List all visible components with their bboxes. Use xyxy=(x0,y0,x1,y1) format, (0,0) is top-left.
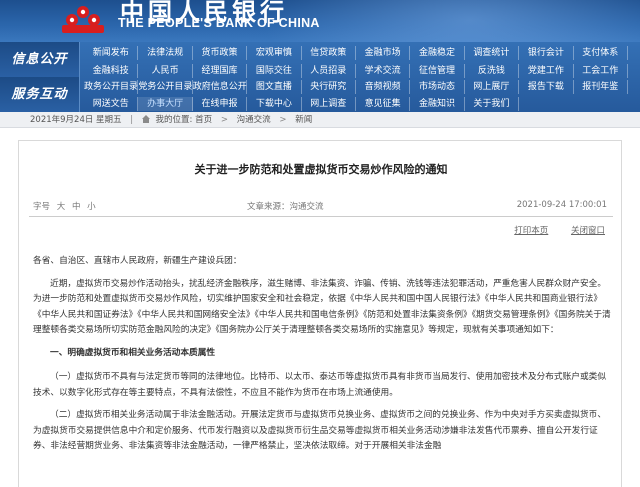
nav-item[interactable]: 新闻发布 xyxy=(84,46,139,60)
header-banner: 中国人民银行 THE PEOPLE'S BANK OF CHINA xyxy=(0,0,640,42)
breadcrumb-link-communication[interactable]: 沟通交流 xyxy=(237,115,271,125)
nav-item[interactable]: 金融市场 xyxy=(356,46,411,60)
bank-logo-icon xyxy=(62,6,104,33)
font-size-large-button[interactable]: 大 xyxy=(57,202,66,212)
nav-item[interactable]: 征信管理 xyxy=(410,64,465,78)
breadcrumb-link-home[interactable]: 首页 xyxy=(195,115,212,125)
print-page-link[interactable]: 打印本页 xyxy=(514,226,548,236)
nav-item[interactable]: 金融科技 xyxy=(84,64,139,78)
bank-name-en: THE PEOPLE'S BANK OF CHINA xyxy=(118,16,320,30)
font-size-label: 字号 xyxy=(33,202,51,212)
nav-item[interactable]: 学术交流 xyxy=(356,64,411,78)
nav-item[interactable]: 政府信息公开 xyxy=(193,80,248,94)
article-panel: 关于进一步防范和处置虚拟货币交易炒作风险的通知 字号 大 中 小 文章来源：沟通… xyxy=(18,140,622,487)
nav-item[interactable]: 在线申报 xyxy=(193,97,248,111)
section-label-info-disclosure: 信息公开 xyxy=(0,42,80,77)
nav-item[interactable]: 金融稳定 xyxy=(410,46,465,60)
current-date: 2021年9月24日 星期五 xyxy=(30,115,122,125)
article-datetime: 2021-09-24 17:00:01 xyxy=(516,200,607,210)
breadcrumb-prefix: 我的位置: xyxy=(155,115,193,125)
nav-item[interactable]: 反洗钱 xyxy=(465,64,520,78)
nav-row-3: 政务公开目录 党务公开目录 政府信息公开 图文直播 央行研究 音频视频 市场动态… xyxy=(84,80,628,94)
nav-item[interactable]: 市场动态 xyxy=(410,80,465,94)
nav-row-1: 新闻发布 法律法规 货币政策 宏观审慎 信贷政策 金融市场 金融稳定 调查统计 … xyxy=(84,46,628,60)
salutation: 各省、自治区、直辖市人民政府，新疆生产建设兵团： xyxy=(33,256,242,266)
nav-item[interactable]: 意见征集 xyxy=(356,97,411,111)
nav-item[interactable]: 工会工作 xyxy=(574,64,628,78)
nav-row-2: 金融科技 人民币 经理国库 国际交往 人员招录 学术交流 征信管理 反洗钱 党建… xyxy=(84,64,628,78)
article-title: 关于进一步防范和处置虚拟货币交易炒作风险的通知 xyxy=(194,163,448,176)
font-size-medium-button[interactable]: 中 xyxy=(72,202,81,212)
nav-item[interactable]: 信贷政策 xyxy=(302,46,356,60)
nav-item[interactable]: 网上展厅 xyxy=(465,80,520,94)
article-source: 文章来源：沟通交流 xyxy=(247,202,324,212)
article-tools: 打印本页 关闭窗口 xyxy=(494,224,605,236)
nav-item[interactable]: 宏观审慎 xyxy=(247,46,302,60)
close-window-link[interactable]: 关闭窗口 xyxy=(571,226,605,236)
nav-item[interactable]: 人民币 xyxy=(138,64,193,78)
nav-item-office-hall[interactable]: 办事大厅 xyxy=(138,97,193,111)
font-size-switcher: 字号 大 中 小 xyxy=(33,200,100,212)
nav-item[interactable]: 政务公开目录 xyxy=(84,80,139,94)
nav-item[interactable]: 网上调查 xyxy=(302,97,356,111)
nav-item[interactable]: 货币政策 xyxy=(193,46,248,60)
nav-item[interactable]: 经理国库 xyxy=(193,64,248,78)
breadcrumb-link-news[interactable]: 新闻 xyxy=(295,115,312,125)
nav-item[interactable]: 党务公开目录 xyxy=(138,80,193,94)
article-paragraph: （一）虚拟货币不具有与法定货币等同的法律地位。比特币、以太币、泰达币等虚拟货币具… xyxy=(33,372,606,398)
nav-item[interactable]: 央行研究 xyxy=(302,80,356,94)
nav-item[interactable]: 党建工作 xyxy=(519,64,574,78)
font-size-small-button[interactable]: 小 xyxy=(87,202,96,212)
nav-item[interactable]: 人员招录 xyxy=(302,64,356,78)
nav-item[interactable]: 音频视频 xyxy=(356,80,411,94)
nav-item[interactable]: 银行会计 xyxy=(519,46,574,60)
article-paragraph: 近期，虚拟货币交易炒作活动抬头，扰乱经济金融秩序，滋生赌博、非法集资、诈骗、传销… xyxy=(33,278,611,336)
nav-item[interactable]: 图文直播 xyxy=(247,80,302,94)
article-meta: 字号 大 中 小 文章来源：沟通交流 2021-09-24 17:00:01 xyxy=(19,200,623,214)
nav-row-4: 网送文告 办事大厅 在线申报 下载中心 网上调查 意见征集 金融知识 关于我们 xyxy=(84,97,628,111)
nav-item[interactable]: 报告下载 xyxy=(519,80,574,94)
nav-item[interactable]: 网送文告 xyxy=(84,97,139,111)
article-body: 各省、自治区、直辖市人民政府，新疆生产建设兵团： 近期，虚拟货币交易炒作活动抬头… xyxy=(33,254,613,462)
section-heading: 一、明确虚拟货币和相关业务活动本质属性 xyxy=(50,347,216,358)
home-icon xyxy=(141,115,150,123)
nav-item[interactable]: 法律法规 xyxy=(138,46,193,60)
nav-item[interactable]: 报刊年鉴 xyxy=(574,80,628,94)
nav-item[interactable]: 金融知识 xyxy=(410,97,465,111)
breadcrumb: 2021年9月24日 星期五 | 我的位置: 首页 > 沟通交流 > 新闻 xyxy=(0,112,640,128)
nav-item[interactable]: 支付体系 xyxy=(574,46,628,60)
divider xyxy=(29,216,613,217)
main-navigation: 信息公开 服务互动 新闻发布 法律法规 货币政策 宏观审慎 信贷政策 金融市场 … xyxy=(0,42,640,112)
nav-item[interactable]: 关于我们 xyxy=(465,97,520,111)
nav-item[interactable]: 国际交往 xyxy=(247,64,302,78)
section-label-service-interaction: 服务互动 xyxy=(0,77,80,112)
nav-item[interactable]: 调查统计 xyxy=(465,46,520,60)
article-paragraph: （二）虚拟货币相关业务活动属于非法金融活动。开展法定货币与虚拟货币兑换业务、虚拟… xyxy=(33,410,606,451)
nav-item[interactable]: 下载中心 xyxy=(247,97,302,111)
